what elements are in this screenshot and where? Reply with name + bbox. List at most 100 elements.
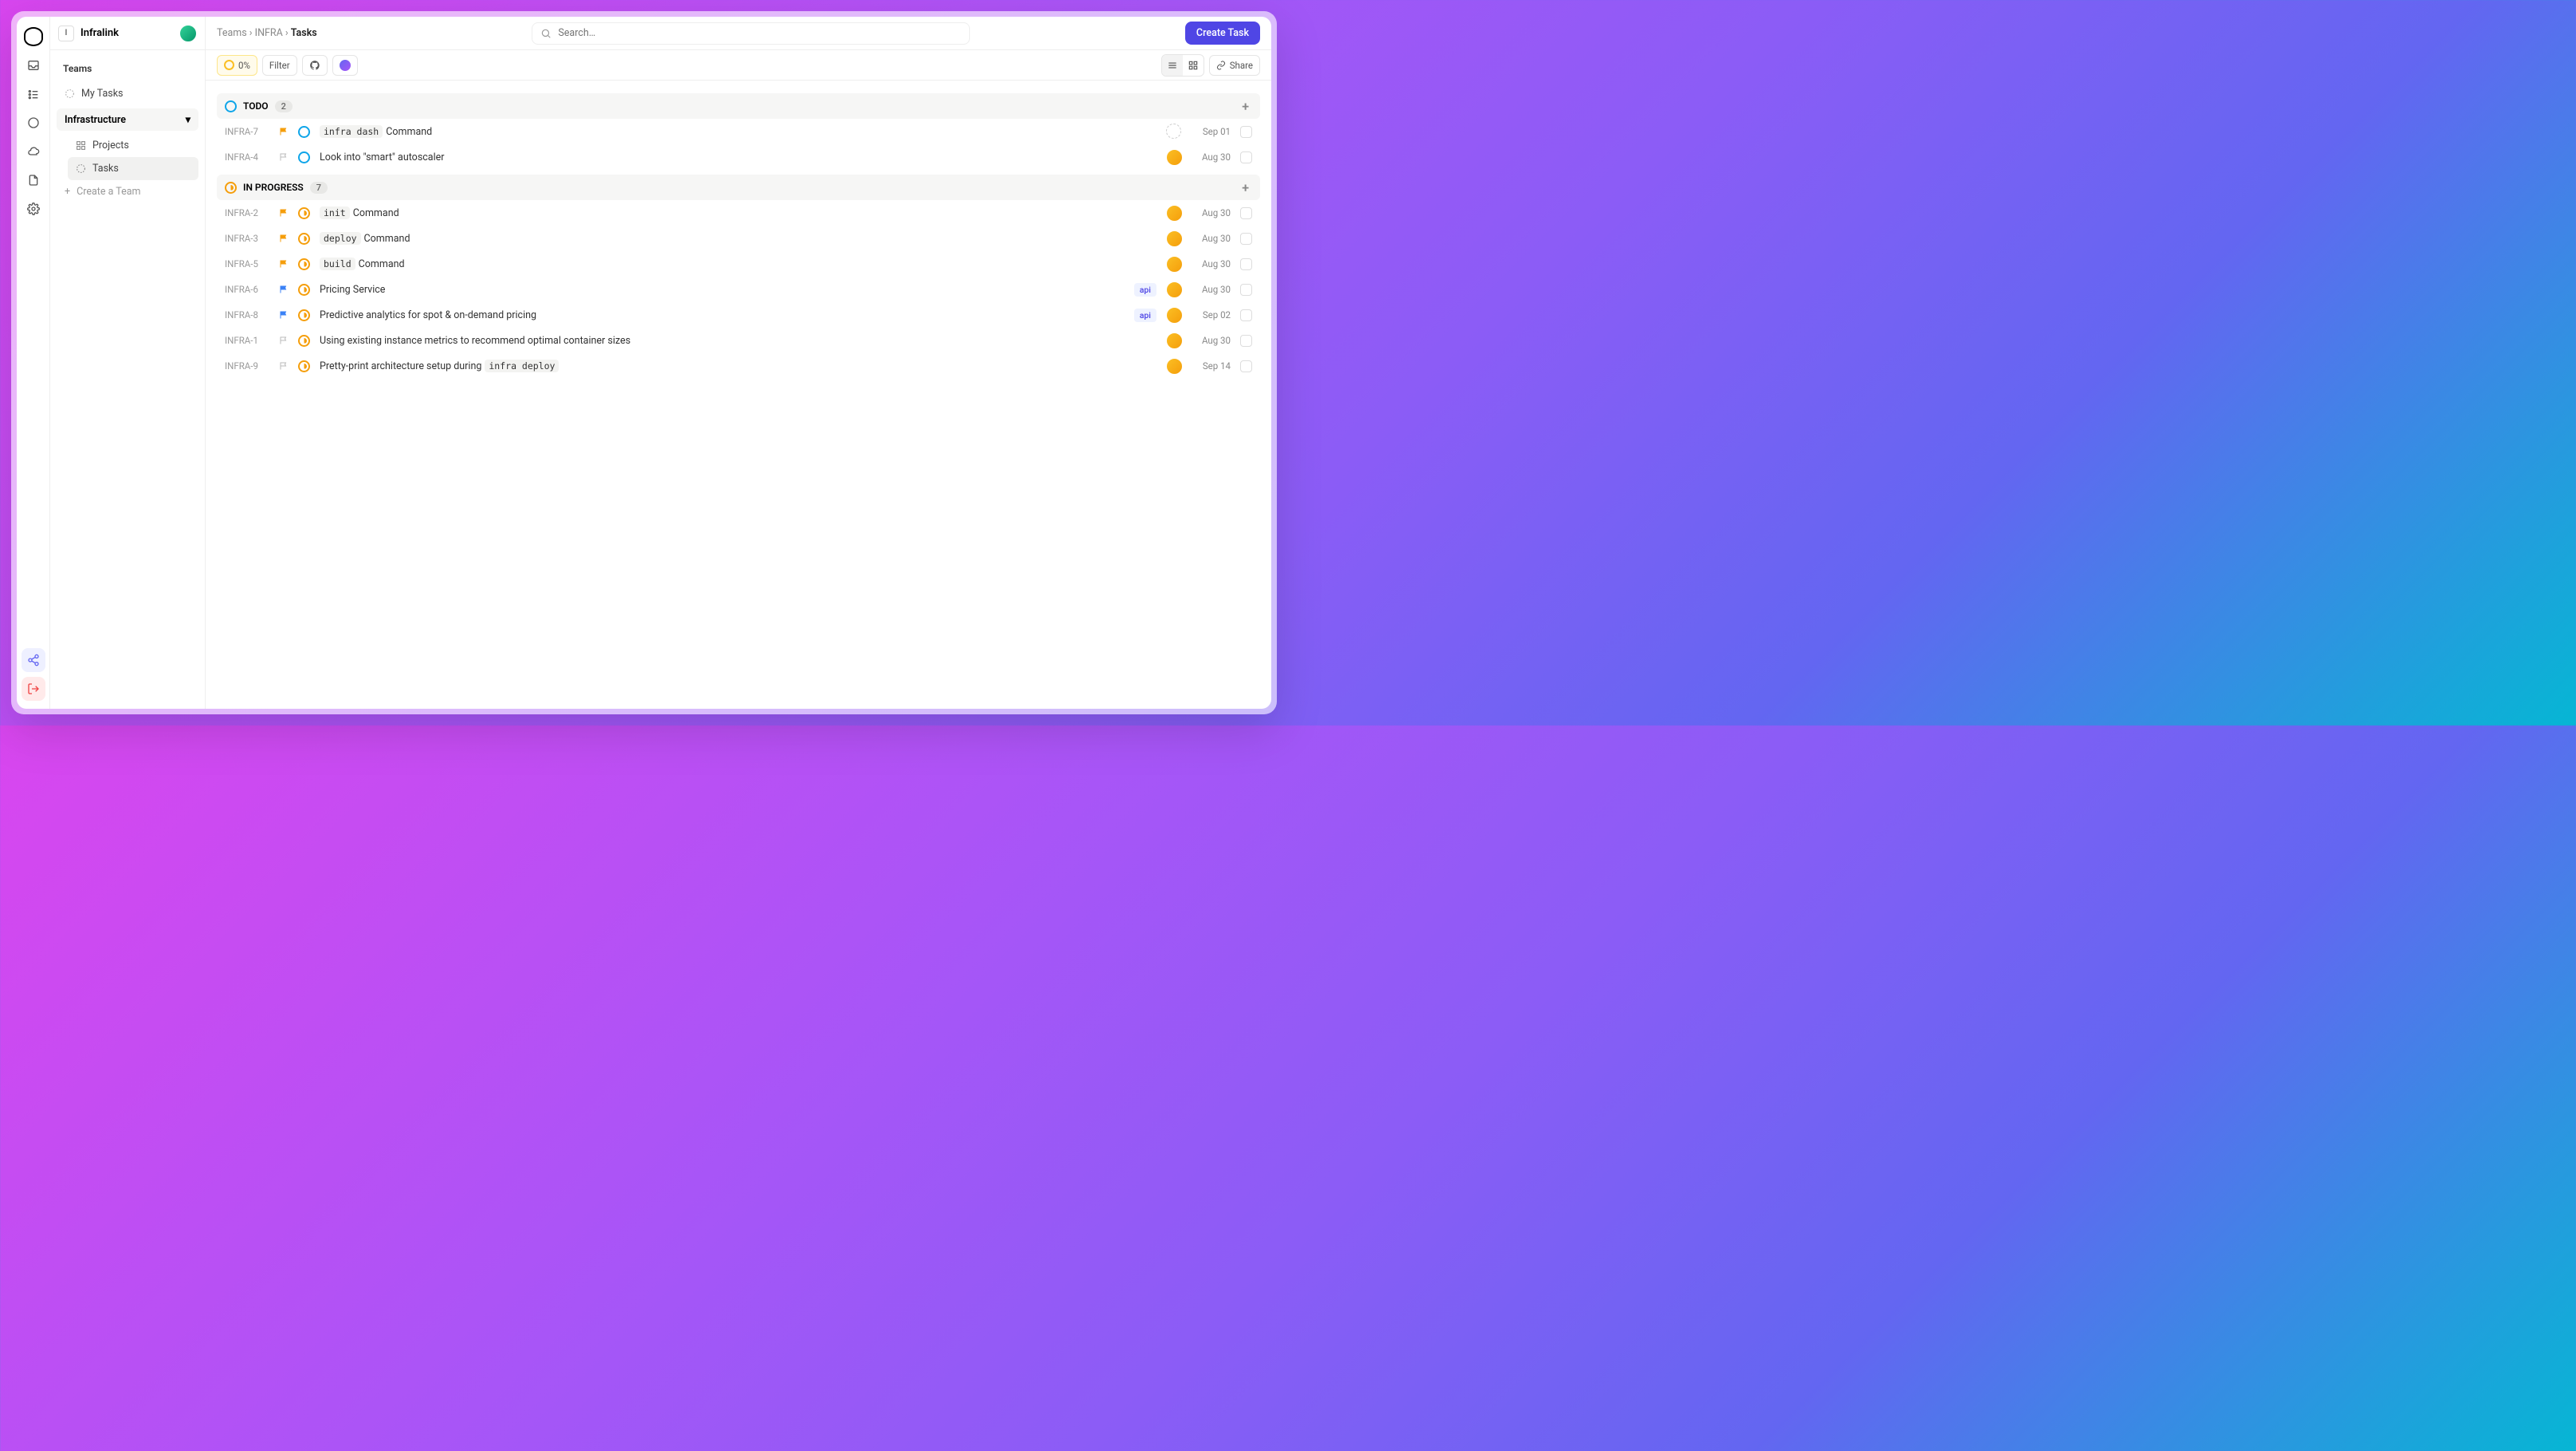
task-title: Using existing instance metrics to recom… [320,335,1156,347]
task-checkbox[interactable] [1240,284,1252,296]
user-avatar[interactable] [179,25,197,42]
assignee-avatar[interactable] [1166,281,1183,298]
task-row[interactable]: INFRA-7 infra dash Command Sep 01 [217,119,1260,144]
assignee[interactable] [1166,281,1183,298]
assignee[interactable] [1166,332,1183,349]
task-checkbox[interactable] [1240,309,1252,321]
task-checkbox[interactable] [1240,126,1252,138]
task-row[interactable]: INFRA-3 deploy Command Aug 30 [217,226,1260,251]
priority-flag-icon[interactable] [279,335,289,346]
priority-flag-icon[interactable] [279,258,289,269]
chat-icon[interactable] [22,111,45,135]
priority-flag-icon[interactable] [279,309,289,320]
task-row[interactable]: INFRA-2 init Command Aug 30 [217,200,1260,226]
github-button[interactable] [302,55,328,76]
logout-icon[interactable] [22,677,45,701]
breadcrumb-infra[interactable]: INFRA [255,27,283,39]
task-title: Look into "smart" autoscaler [320,151,1156,163]
assignee-avatar[interactable] [1166,230,1183,247]
list-view-button[interactable] [1162,55,1183,76]
task-date: Aug 30 [1192,151,1231,163]
unassigned-icon[interactable] [1166,124,1181,139]
assignee-avatar[interactable] [1166,256,1183,273]
assignee-avatar[interactable] [1166,205,1183,222]
search-input[interactable] [558,27,961,39]
priority-flag-icon[interactable] [279,360,289,372]
priority-flag-icon[interactable] [279,126,289,137]
progress-ring-icon [224,60,234,70]
search-box[interactable] [532,22,970,45]
file-icon[interactable] [22,168,45,192]
assignee[interactable] [1166,358,1183,375]
cloud-icon[interactable] [22,140,45,163]
group-count: 7 [310,182,328,194]
priority-flag-icon[interactable] [279,233,289,244]
priority-flag-icon[interactable] [279,207,289,218]
task-checkbox[interactable] [1240,207,1252,219]
inbox-icon[interactable] [22,53,45,77]
status-icon[interactable] [298,126,310,138]
status-icon[interactable] [298,284,310,296]
sidebar-my-tasks[interactable]: My Tasks [57,82,198,105]
task-row[interactable]: INFRA-1 Using existing instance metrics … [217,328,1260,353]
assignee[interactable] [1166,307,1183,324]
status-icon[interactable] [298,258,310,270]
task-row[interactable]: INFRA-5 build Command Aug 30 [217,251,1260,277]
workspace-switcher[interactable]: I Infralink [50,17,205,50]
task-checkbox[interactable] [1240,360,1252,372]
board-view-button[interactable] [1183,55,1204,76]
task-id: INFRA-7 [225,126,269,137]
share-network-icon[interactable] [22,648,45,672]
assignee[interactable] [1166,149,1183,166]
add-task-icon[interactable]: + [1239,180,1252,195]
breadcrumb-current: Tasks [291,27,317,39]
assignee-avatar[interactable] [1166,332,1183,349]
sidebar-projects[interactable]: Projects [68,134,198,157]
link-icon [1216,61,1226,70]
assignee[interactable] [1166,205,1183,222]
assignee-avatar[interactable] [1166,307,1183,324]
sidebar-team-infrastructure[interactable]: Infrastructure ▾ [57,108,198,131]
add-task-icon[interactable]: + [1239,99,1252,114]
priority-flag-icon[interactable] [279,151,289,163]
task-checkbox[interactable] [1240,258,1252,270]
breadcrumb-teams[interactable]: Teams [217,27,247,39]
task-title: Pretty-print architecture setup during i… [320,360,1156,372]
search-icon [540,28,552,39]
assignee[interactable] [1166,124,1183,140]
tasks-icon[interactable] [22,82,45,106]
status-icon[interactable] [298,151,310,163]
task-checkbox[interactable] [1240,151,1252,163]
linear-button[interactable] [332,55,358,76]
settings-icon[interactable] [22,197,45,221]
task-row[interactable]: INFRA-6 Pricing Service api Aug 30 [217,277,1260,302]
status-icon[interactable] [298,309,310,321]
assignee[interactable] [1166,256,1183,273]
filter-button[interactable]: Filter [262,55,297,76]
task-id: INFRA-9 [225,360,269,372]
assignee-avatar[interactable] [1166,149,1183,166]
sidebar-tasks[interactable]: Tasks [68,157,198,180]
task-row[interactable]: INFRA-4 Look into "smart" autoscaler Aug… [217,144,1260,170]
group-header-todo[interactable]: TODO2+ [217,93,1260,119]
assignee[interactable] [1166,230,1183,247]
task-checkbox[interactable] [1240,233,1252,245]
status-icon[interactable] [298,233,310,245]
progress-chip[interactable]: 0% [217,55,257,76]
progress-text: 0% [238,60,250,71]
status-icon[interactable] [298,207,310,219]
priority-flag-icon[interactable] [279,284,289,295]
task-row[interactable]: INFRA-9 Pretty-print architecture setup … [217,353,1260,379]
sidebar-create-team[interactable]: + Create a Team [57,180,198,203]
status-icon[interactable] [298,335,310,347]
task-checkbox[interactable] [1240,335,1252,347]
share-button[interactable]: Share [1209,55,1260,76]
assignee-avatar[interactable] [1166,358,1183,375]
create-task-button[interactable]: Create Task [1185,22,1260,45]
task-row[interactable]: INFRA-8 Predictive analytics for spot & … [217,302,1260,328]
task-list: TODO2+ INFRA-7 infra dash Command Sep 01… [206,81,1271,709]
group-header-prog[interactable]: IN PROGRESS7+ [217,175,1260,200]
breadcrumb[interactable]: Teams › INFRA › Tasks [217,27,317,39]
logo-icon[interactable] [22,25,45,49]
status-icon[interactable] [298,360,310,372]
